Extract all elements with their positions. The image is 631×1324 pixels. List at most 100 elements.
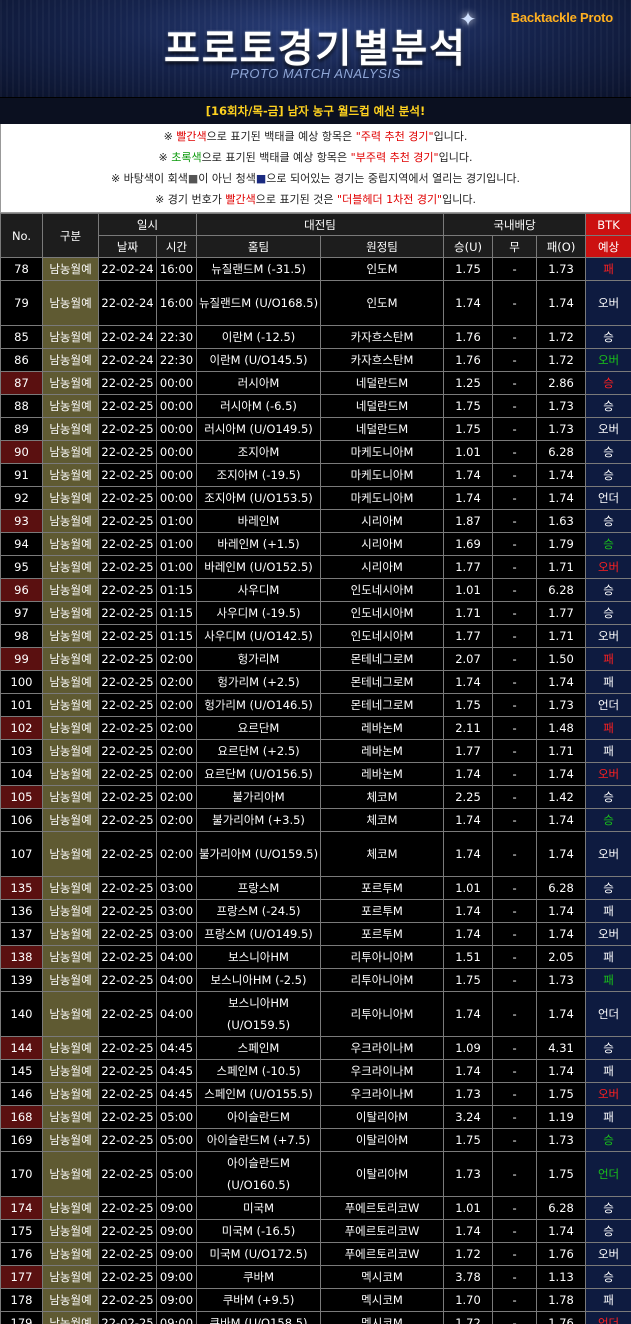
date-cell: 22-02-25 xyxy=(98,509,157,533)
time-cell: 03:00 xyxy=(155,876,198,900)
time-cell: 09:00 xyxy=(155,1219,198,1243)
legend-line-main: ※ 빨간색으로 표기된 백태클 예상 항목은 "주력 추천 경기"입니다. xyxy=(163,130,468,143)
time-cell: 09:00 xyxy=(155,1242,198,1266)
odds-draw-cell: - xyxy=(492,1151,538,1197)
date-cell: 22-02-25 xyxy=(98,417,157,441)
time-cell: 16:00 xyxy=(155,257,198,281)
category-cell: 남농월예 xyxy=(42,1265,99,1289)
header-no: No. xyxy=(0,213,43,258)
table-row: 175 남농월예 22-02-25 09:00 미국M (-16.5) 푸에르토리코W 1.… xyxy=(0,1219,631,1243)
odds-draw-cell: - xyxy=(492,876,538,900)
header-odds: 국내배당 xyxy=(443,213,587,236)
odds-lose-cell: 2.86 xyxy=(536,371,587,395)
home-team-cell: 불가리아M (U/O159.5) xyxy=(196,831,322,877)
odds-draw-cell: - xyxy=(492,1265,538,1289)
odds-draw-cell: - xyxy=(492,1242,538,1266)
table-row: 78 남농월예 22-02-24 16:00 뉴질랜드M (-31.5) 인도M 1.75-… xyxy=(0,257,631,281)
odds-draw-cell: - xyxy=(492,280,538,326)
category-cell: 남농월예 xyxy=(42,785,99,809)
category-cell: 남농월예 xyxy=(42,257,99,281)
prediction-cell: 오버 xyxy=(585,417,631,441)
prediction-cell: 승 xyxy=(585,1036,631,1060)
home-team-cell: 스페인M xyxy=(196,1036,322,1060)
match-number: 145 xyxy=(0,1059,43,1083)
table-row: 144 남농월예 22-02-25 04:45 스페인M 우크라이나M 1.09-4.31 승 xyxy=(0,1036,631,1060)
odds-draw-cell: - xyxy=(492,1311,538,1324)
odds-win-cell: 1.75 xyxy=(443,257,494,281)
prediction-cell: 패 xyxy=(585,945,631,969)
home-team-cell: 프랑스M (-24.5) xyxy=(196,899,322,923)
away-team-cell: 인도네시아M xyxy=(320,601,445,625)
away-team-cell: 체코M xyxy=(320,785,445,809)
prediction-cell: 패 xyxy=(585,1288,631,1312)
prediction-cell: 오버 xyxy=(585,555,631,579)
odds-lose-cell: 1.73 xyxy=(536,693,587,717)
date-cell: 22-02-25 xyxy=(98,486,157,510)
date-cell: 22-02-25 xyxy=(98,899,157,923)
home-team-cell: 헝가리M (+2.5) xyxy=(196,670,322,694)
odds-win-cell: 1.75 xyxy=(443,693,494,717)
date-cell: 22-02-25 xyxy=(98,1082,157,1106)
table-row: 179 남농월예 22-02-25 09:00 쿠바M (U/O158.5) 멕시코M 1.… xyxy=(0,1311,631,1324)
table-row: 92 남농월예 22-02-25 00:00 조지아M (U/O153.5) 마케도니아M… xyxy=(0,486,631,510)
match-number: 136 xyxy=(0,899,43,923)
match-number: 90 xyxy=(0,440,43,464)
home-team-cell: 이란M (U/O145.5) xyxy=(196,348,322,372)
legend-line-doubleheader: ※ 경기 번호가 빨간색으로 표기된 것은 "더블헤더 1차전 경기"입니다. xyxy=(155,193,476,206)
table-row: 177 남농월예 22-02-25 09:00 쿠바M 멕시코M 3.78-1.13 승 xyxy=(0,1265,631,1289)
odds-draw-cell: - xyxy=(492,785,538,809)
prediction-cell: 승 xyxy=(585,601,631,625)
match-number: 139 xyxy=(0,968,43,992)
prediction-cell: 승 xyxy=(585,578,631,602)
match-number: 101 xyxy=(0,693,43,717)
odds-lose-cell: 2.05 xyxy=(536,945,587,969)
odds-lose-cell: 1.76 xyxy=(536,1242,587,1266)
match-number: 169 xyxy=(0,1128,43,1152)
table-row: 87 남농월예 22-02-25 00:00 러시아M 네덜란드M 1.25-2.86 승 xyxy=(0,371,631,395)
legend-box: ※ 빨간색으로 표기된 백태클 예상 항목은 "주력 추천 경기"입니다. ※ … xyxy=(0,124,631,213)
prediction-cell: 언더 xyxy=(585,1311,631,1324)
category-cell: 남농월예 xyxy=(42,280,99,326)
odds-draw-cell: - xyxy=(492,1128,538,1152)
odds-lose-cell: 1.73 xyxy=(536,1128,587,1152)
home-team-cell: 스페인M (U/O155.5) xyxy=(196,1082,322,1106)
match-number: 140 xyxy=(0,991,43,1037)
home-team-cell: 스페인M (-10.5) xyxy=(196,1059,322,1083)
odds-draw-cell: - xyxy=(492,1196,538,1220)
page-subtitle: PROTO MATCH ANALYSIS xyxy=(230,66,401,81)
header-lose: 패(O) xyxy=(536,235,587,258)
away-team-cell: 이탈리아M xyxy=(320,1105,445,1129)
odds-win-cell: 1.73 xyxy=(443,1082,494,1106)
away-team-cell: 시리아M xyxy=(320,555,445,579)
odds-win-cell: 1.75 xyxy=(443,417,494,441)
table-row: 99 남농월예 22-02-25 02:00 헝가리M 몬테네그로M 2.07-1.50 패 xyxy=(0,647,631,671)
time-cell: 04:00 xyxy=(155,968,198,992)
table-row: 169 남농월예 22-02-25 05:00 아이슬란드M (+7.5) 이탈리아M 1.… xyxy=(0,1128,631,1152)
away-team-cell: 이탈리아M xyxy=(320,1151,445,1197)
odds-lose-cell: 1.74 xyxy=(536,899,587,923)
category-cell: 남농월예 xyxy=(42,555,99,579)
odds-win-cell: 2.07 xyxy=(443,647,494,671)
date-cell: 22-02-25 xyxy=(98,394,157,418)
odds-lose-cell: 1.71 xyxy=(536,739,587,763)
date-cell: 22-02-25 xyxy=(98,831,157,877)
match-number: 175 xyxy=(0,1219,43,1243)
odds-draw-cell: - xyxy=(492,1082,538,1106)
odds-draw-cell: - xyxy=(492,257,538,281)
date-cell: 22-02-25 xyxy=(98,762,157,786)
away-team-cell: 마케도니아M xyxy=(320,486,445,510)
odds-win-cell: 1.76 xyxy=(443,348,494,372)
match-number: 85 xyxy=(0,325,43,349)
away-team-cell: 체코M xyxy=(320,808,445,832)
time-cell: 00:00 xyxy=(155,463,198,487)
home-team-cell: 헝가리M xyxy=(196,647,322,671)
prediction-cell: 승 xyxy=(585,1219,631,1243)
odds-lose-cell: 1.74 xyxy=(536,991,587,1037)
odds-draw-cell: - xyxy=(492,1036,538,1060)
match-number: 178 xyxy=(0,1288,43,1312)
home-team-cell: 아이슬란드M (+7.5) xyxy=(196,1128,322,1152)
odds-draw-cell: - xyxy=(492,762,538,786)
date-cell: 22-02-25 xyxy=(98,922,157,946)
match-number: 92 xyxy=(0,486,43,510)
category-cell: 남농월예 xyxy=(42,394,99,418)
